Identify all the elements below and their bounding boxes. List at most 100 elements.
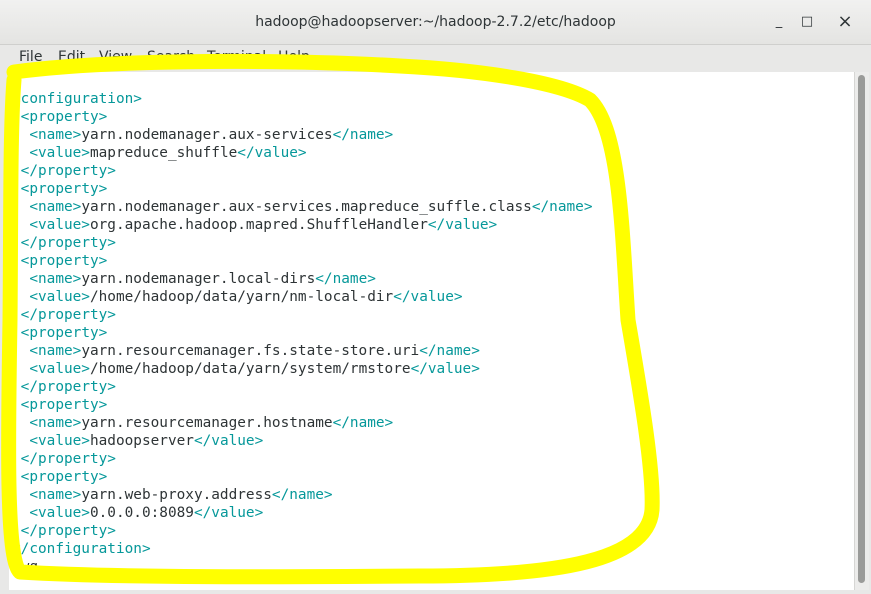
xml-close-tag: </value>	[193, 433, 264, 449]
code-line: <configuration>	[12, 90, 593, 108]
code-line: <value>org.apache.hadoop.mapred.ShuffleH…	[12, 216, 593, 234]
code-line: </property>	[12, 162, 593, 180]
minimize-icon[interactable]: _	[767, 10, 791, 34]
menu-bar: File Edit View Search Terminal Help	[0, 45, 871, 71]
scrollbar-thumb[interactable]	[858, 75, 865, 583]
scrollbar[interactable]	[854, 72, 869, 590]
xml-close-tag: </value>	[427, 217, 498, 233]
menu-edit[interactable]: Edit	[58, 49, 85, 65]
xml-open-tag: </property>	[20, 163, 116, 179]
xml-open-tag: </property>	[20, 235, 116, 251]
code-line: </configuration>	[12, 540, 593, 558]
xml-open-tag: <property>	[20, 109, 108, 125]
code-line: <name>yarn.nodemanager.aux-services</nam…	[12, 126, 593, 144]
xml-text: yarn.web-proxy.address	[81, 487, 272, 503]
menu-view[interactable]: View	[99, 49, 132, 65]
xml-open-tag: <name>	[29, 199, 82, 215]
maximize-icon[interactable]: □	[795, 10, 819, 34]
xml-open-tag: <name>	[29, 343, 82, 359]
xml-text: yarn.nodemanager.aux-services	[81, 127, 333, 143]
menu-file[interactable]: File	[19, 49, 42, 65]
code-line: </property>	[12, 306, 593, 324]
code-line: </property>	[12, 522, 593, 540]
xml-text: /home/hadoop/data/yarn/nm-local-dir	[89, 289, 394, 305]
xml-open-tag: </property>	[20, 523, 116, 539]
xml-text: hadoopserver	[89, 433, 194, 449]
xml-open-tag: </property>	[20, 307, 116, 323]
xml-open-tag: </configuration>	[12, 541, 151, 557]
code-line: <property>	[12, 180, 593, 198]
xml-open-tag: <property>	[20, 397, 108, 413]
xml-text: yarn.resourcemanager.hostname	[81, 415, 333, 431]
xml-close-tag: </value>	[410, 361, 480, 377]
xml-open-tag: <value>	[29, 217, 90, 233]
xml-close-tag: </name>	[419, 343, 480, 359]
menu-terminal[interactable]: Terminal	[207, 49, 266, 65]
menu-help[interactable]: Help	[278, 49, 310, 65]
xml-open-tag: </property>	[20, 451, 116, 467]
code-line: <value>mapreduce_shuffle</value>	[12, 144, 593, 162]
xml-open-tag: <name>	[29, 415, 82, 431]
code-line: <property>	[12, 108, 593, 126]
xml-open-tag: <property>	[20, 469, 108, 485]
xml-text: yarn.nodemanager.local-dirs	[81, 271, 316, 287]
code-line: </property>	[12, 450, 593, 468]
xml-close-tag: </name>	[531, 199, 593, 215]
xml-close-tag: </name>	[315, 271, 376, 287]
code-line: <value>hadoopserver</value>	[12, 432, 593, 450]
xml-open-tag: </property>	[20, 379, 116, 395]
menu-search[interactable]: Search	[147, 49, 195, 65]
xml-open-tag: <name>	[29, 127, 82, 143]
vim-command-line: :wq	[12, 559, 38, 575]
xml-text: yarn.nodemanager.aux-services.mapreduce_…	[81, 199, 532, 215]
xml-open-tag: <value>	[29, 145, 90, 161]
xml-open-tag: <name>	[29, 487, 82, 503]
code-line: <value>/home/hadoop/data/yarn/nm-local-d…	[12, 288, 593, 306]
close-icon[interactable]: ×	[833, 10, 857, 34]
xml-open-tag: <property>	[20, 253, 108, 269]
terminal-area[interactable]: <configuration> <property> <name>yarn.no…	[9, 72, 854, 590]
code-line: <property>	[12, 396, 593, 414]
xml-text: /home/hadoop/data/yarn/system/rmstore	[89, 361, 411, 377]
xml-text: 0.0.0.0:8089	[89, 505, 194, 521]
code-line: <name>yarn.nodemanager.local-dirs</name>	[12, 270, 593, 288]
xml-text: yarn.resourcemanager.fs.state-store.uri	[81, 343, 420, 359]
title-bar[interactable]: hadoop@hadoopserver:~/hadoop-2.7.2/etc/h…	[0, 0, 871, 45]
xml-open-tag: <property>	[20, 325, 108, 341]
code-line: </property>	[12, 378, 593, 396]
code-line: <name>yarn.web-proxy.address</name>	[12, 486, 593, 504]
config-text: <configuration> <property> <name>yarn.no…	[12, 90, 593, 576]
xml-close-tag: </value>	[393, 289, 463, 305]
xml-open-tag: <value>	[29, 505, 90, 521]
code-line: <property>	[12, 252, 593, 270]
code-line: <value>/home/hadoop/data/yarn/system/rms…	[12, 360, 593, 378]
xml-text: mapreduce_shuffle	[89, 145, 238, 161]
xml-close-tag: </name>	[271, 487, 333, 503]
xml-close-tag: </value>	[193, 505, 264, 521]
code-line: <name>yarn.resourcemanager.hostname</nam…	[12, 414, 593, 432]
xml-open-tag: <name>	[29, 271, 82, 287]
window-title: hadoop@hadoopserver:~/hadoop-2.7.2/etc/h…	[255, 14, 616, 30]
xml-close-tag: </name>	[332, 127, 394, 143]
